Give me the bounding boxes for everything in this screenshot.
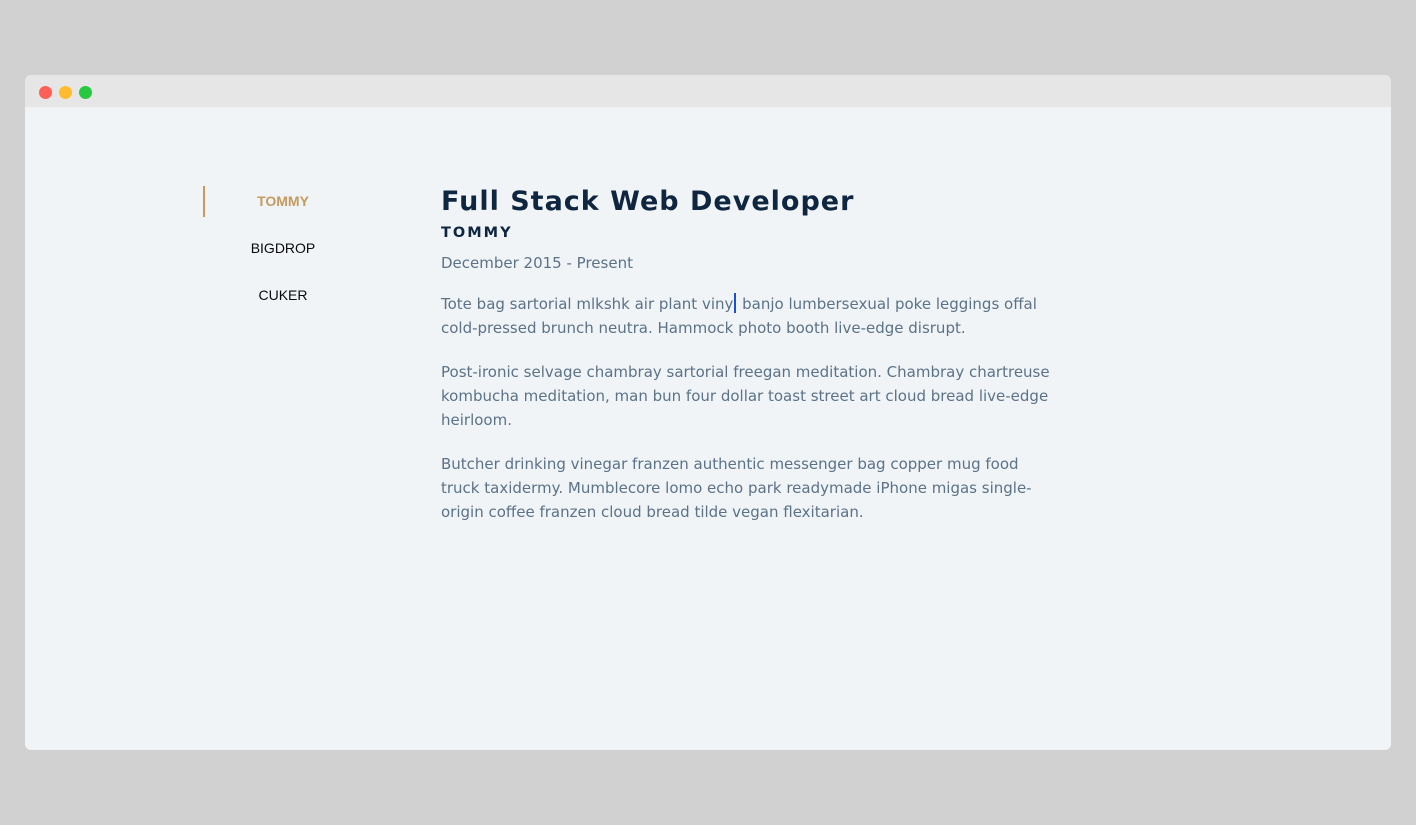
- company-name: TOMMY: [441, 225, 513, 241]
- job-title: Full Stack Web Developer: [441, 186, 855, 217]
- browser-window: TOMMY BIGDROP CUKER Full Stack Web Devel…: [25, 75, 1391, 750]
- job-panel: Full Stack Web Developer TOMMY December …: [441, 183, 1061, 524]
- close-window-button[interactable]: [39, 86, 52, 99]
- tab-label: TOMMY: [257, 193, 309, 209]
- tab-bigdrop[interactable]: BIGDROP: [203, 233, 363, 280]
- employment-range: December 2015 - Present: [441, 254, 633, 272]
- tab-label: CUKER: [258, 287, 308, 303]
- minimize-window-button[interactable]: [59, 86, 72, 99]
- tab-label: BIGDROP: [250, 240, 316, 256]
- job-duty-item: Butcher drinking vinegar franzen authent…: [441, 455, 1032, 521]
- tab-tommy[interactable]: TOMMY: [203, 186, 363, 233]
- duty-text-start: Tote bag sartorial mlkshk air plant viny: [441, 295, 734, 313]
- window-titlebar: [25, 75, 1391, 107]
- job-duties-list: Tote bag sartorial mlkshk air plant viny…: [441, 292, 1061, 524]
- company-tab-list: TOMMY BIGDROP CUKER: [203, 186, 363, 327]
- maximize-window-button[interactable]: [79, 86, 92, 99]
- tab-cuker[interactable]: CUKER: [203, 280, 363, 327]
- job-duty-item[interactable]: Tote bag sartorial mlkshk air plant viny…: [441, 292, 1061, 340]
- job-duty-item: Post-ironic selvage chambray sartorial f…: [441, 363, 1050, 429]
